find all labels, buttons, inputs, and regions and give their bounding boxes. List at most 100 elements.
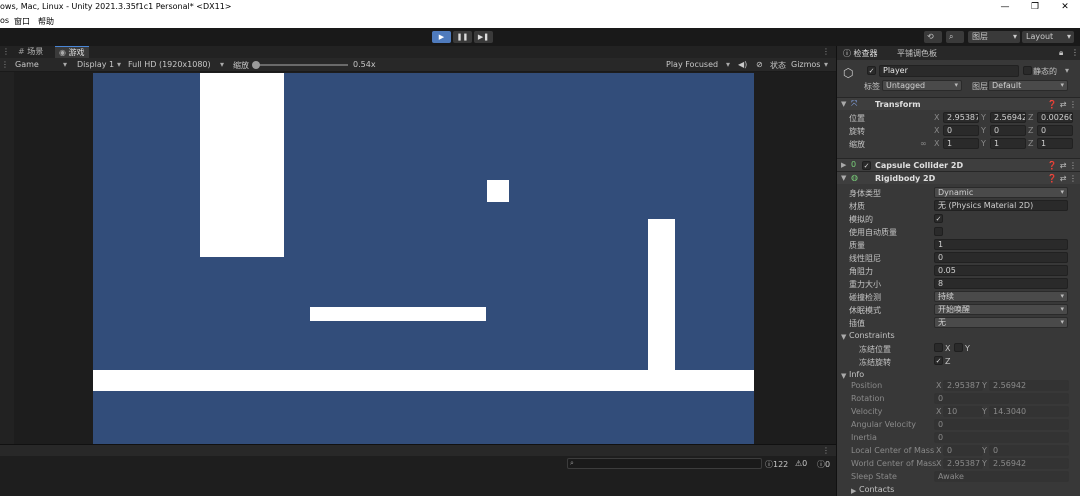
tab-tile-palette[interactable]: 平铺调色板 xyxy=(897,48,937,59)
transform-x-field[interactable]: 0 xyxy=(943,125,979,136)
info-x-field: 0 xyxy=(943,445,983,456)
rigidbody-field-checkbox[interactable]: ✓ xyxy=(934,214,943,223)
info-label[interactable]: Info xyxy=(849,370,864,379)
rigidbody-field-input[interactable]: 0 xyxy=(934,252,1068,263)
tab-options-icon[interactable]: ⋮ xyxy=(822,47,830,56)
tab-scene[interactable]: # 场景 xyxy=(14,46,47,58)
close-button[interactable]: ✕ xyxy=(1050,0,1080,14)
error-count[interactable]: ⓘ0 xyxy=(817,459,830,470)
transform-y-field[interactable]: 1 xyxy=(990,138,1026,149)
transform-z-field[interactable]: 1 xyxy=(1037,138,1073,149)
stats-button[interactable]: 状态 xyxy=(770,60,786,71)
menu-item-window[interactable]: 窗口 xyxy=(14,16,30,27)
constraints-label[interactable]: Constraints xyxy=(849,331,895,340)
info-x-label: X xyxy=(936,381,942,390)
display-dropdown[interactable]: Display 1 xyxy=(77,60,114,69)
more-icon[interactable]: ⋮ xyxy=(2,47,10,56)
capsule-enabled-checkbox[interactable]: ✓ xyxy=(862,161,871,170)
history-button[interactable]: ⟲ xyxy=(924,31,942,43)
freeze-rotation-z-checkbox[interactable]: ✓ xyxy=(934,356,943,365)
warning-count[interactable]: ⚠0 xyxy=(795,459,807,468)
step-button[interactable]: ▶❚ xyxy=(474,31,493,43)
menu-item-help[interactable]: 帮助 xyxy=(38,16,54,27)
visibility-icon[interactable]: ⊘ xyxy=(756,60,763,69)
menu-icon[interactable]: ⋮ xyxy=(1071,48,1079,57)
component-header-icons[interactable]: ❓ ⇄ ⋮ xyxy=(1047,100,1077,109)
minimize-button[interactable]: — xyxy=(990,0,1020,14)
gizmos-dropdown[interactable]: Gizmos xyxy=(791,60,820,69)
info-y-field: 14.3040 xyxy=(989,406,1069,417)
rigidbody-field-input[interactable]: 8 xyxy=(934,278,1068,289)
audio-mute-icon[interactable]: ◀) xyxy=(738,60,747,69)
ground xyxy=(93,370,754,391)
help-icon: ❓ xyxy=(1047,174,1058,183)
freeze-position-y-checkbox[interactable] xyxy=(954,343,963,352)
rigidbody-field-input[interactable]: 1 xyxy=(934,239,1068,250)
transform-header[interactable]: ▼ ⤧ Transform ❓ ⇄ ⋮ xyxy=(837,97,1080,110)
game-icon: ◉ xyxy=(59,48,66,57)
rigidbody-field-dropdown[interactable]: Dynamic xyxy=(934,187,1068,198)
info-x-label: X xyxy=(936,407,942,416)
freeze-position-x-checkbox[interactable] xyxy=(934,343,943,352)
transform-y-field[interactable]: 0 xyxy=(990,125,1026,136)
play-button[interactable]: ▶ xyxy=(432,31,451,43)
scale-slider-track[interactable] xyxy=(256,64,348,66)
error-count-value: 0 xyxy=(825,460,831,469)
rigidbody-field-dropdown[interactable]: 持续 xyxy=(934,291,1068,302)
console-search-input[interactable]: ⌕ xyxy=(567,458,762,469)
game-mode-dropdown[interactable]: Game xyxy=(15,60,39,69)
info-y-label: Y xyxy=(982,381,987,390)
layout-dropdown[interactable]: Layout ▾ xyxy=(1022,31,1074,43)
rigidbody-field-object[interactable]: 无 (Physics Material 2D) xyxy=(934,200,1068,211)
rigidbody-field-label: 使用自动质量 xyxy=(849,228,897,237)
transform-z-field[interactable]: 0 xyxy=(1037,125,1073,136)
chevron-down-icon[interactable]: ▾ xyxy=(1065,66,1069,75)
static-checkbox[interactable] xyxy=(1023,66,1032,75)
transform-z-label: Z xyxy=(1028,113,1034,122)
search-button[interactable]: ⌕ xyxy=(946,31,964,43)
info-y-label: Y xyxy=(982,446,987,455)
scale-slider-handle[interactable] xyxy=(252,61,260,69)
more-icon[interactable]: ⋮ xyxy=(1,60,9,69)
component-header-icons[interactable]: ❓ ⇄ ⋮ xyxy=(1047,174,1077,183)
info-y-field: 0 xyxy=(989,445,1069,456)
pause-button[interactable]: ❚❚ xyxy=(453,31,472,43)
component-header-icons[interactable]: ❓ ⇄ ⋮ xyxy=(1047,161,1077,170)
info-x-field: 2.95387 xyxy=(943,380,983,391)
foldout-arrow-icon[interactable]: ▶ xyxy=(851,487,856,495)
object-name-field[interactable]: Player xyxy=(879,65,1019,77)
console-options-icon[interactable]: ⋮ xyxy=(822,446,830,455)
link-icon[interactable]: ∞ xyxy=(920,139,927,148)
rigidbody-field-dropdown[interactable]: 开始唤醒 xyxy=(934,304,1068,315)
tag-dropdown[interactable]: Untagged xyxy=(882,80,962,91)
layer-dropdown[interactable]: Default xyxy=(988,80,1068,91)
chevron-down-icon: ▾ xyxy=(824,60,829,69)
rigidbody-field-input[interactable]: 0.05 xyxy=(934,265,1068,276)
transform-x-field[interactable]: 1 xyxy=(943,138,979,149)
tab-game[interactable]: ◉ 游戏 xyxy=(55,46,89,58)
menu-item-os[interactable]: os xyxy=(0,16,9,25)
maximize-button[interactable]: ❐ xyxy=(1020,0,1050,14)
rigidbody-header[interactable]: ▼ ◍ Rigidbody 2D ❓ ⇄ ⋮ xyxy=(837,171,1080,184)
title-bar: ows, Mac, Linux - Unity 2021.3.35f1c1 Pe… xyxy=(0,0,1080,14)
transform-y-field[interactable]: 2.56942 xyxy=(990,112,1026,123)
capsule-collider-icon: 0 xyxy=(851,160,857,169)
play-focused-dropdown[interactable]: Play Focused xyxy=(666,60,718,69)
info-x-label: X xyxy=(936,446,942,455)
tab-inspector[interactable]: ⓘ 检查器 xyxy=(843,48,878,59)
rigidbody-field-checkbox[interactable] xyxy=(934,227,943,236)
active-checkbox[interactable]: ✓ xyxy=(867,66,876,75)
transform-z-field[interactable]: 0.00260 xyxy=(1037,112,1073,123)
lock-icon[interactable]: 🔒︎ xyxy=(1059,48,1063,58)
resolution-dropdown[interactable]: Full HD (1920x1080) xyxy=(128,60,211,69)
capsule-collider-header[interactable]: ▶ 0 ✓ Capsule Collider 2D ❓ ⇄ ⋮ xyxy=(837,158,1080,171)
foldout-arrow-icon[interactable]: ▼ xyxy=(841,372,846,380)
game-viewport[interactable] xyxy=(93,73,754,444)
transform-x-field[interactable]: 2.95387 xyxy=(943,112,979,123)
info-row-label: Rotation xyxy=(851,394,885,403)
layers-dropdown[interactable]: 图层 ▾ xyxy=(968,31,1020,43)
rigidbody-field-dropdown[interactable]: 无 xyxy=(934,317,1068,328)
foldout-arrow-icon[interactable]: ▼ xyxy=(841,333,846,341)
log-count[interactable]: ⓘ122 xyxy=(765,459,788,470)
contacts-label[interactable]: Contacts xyxy=(859,485,894,494)
